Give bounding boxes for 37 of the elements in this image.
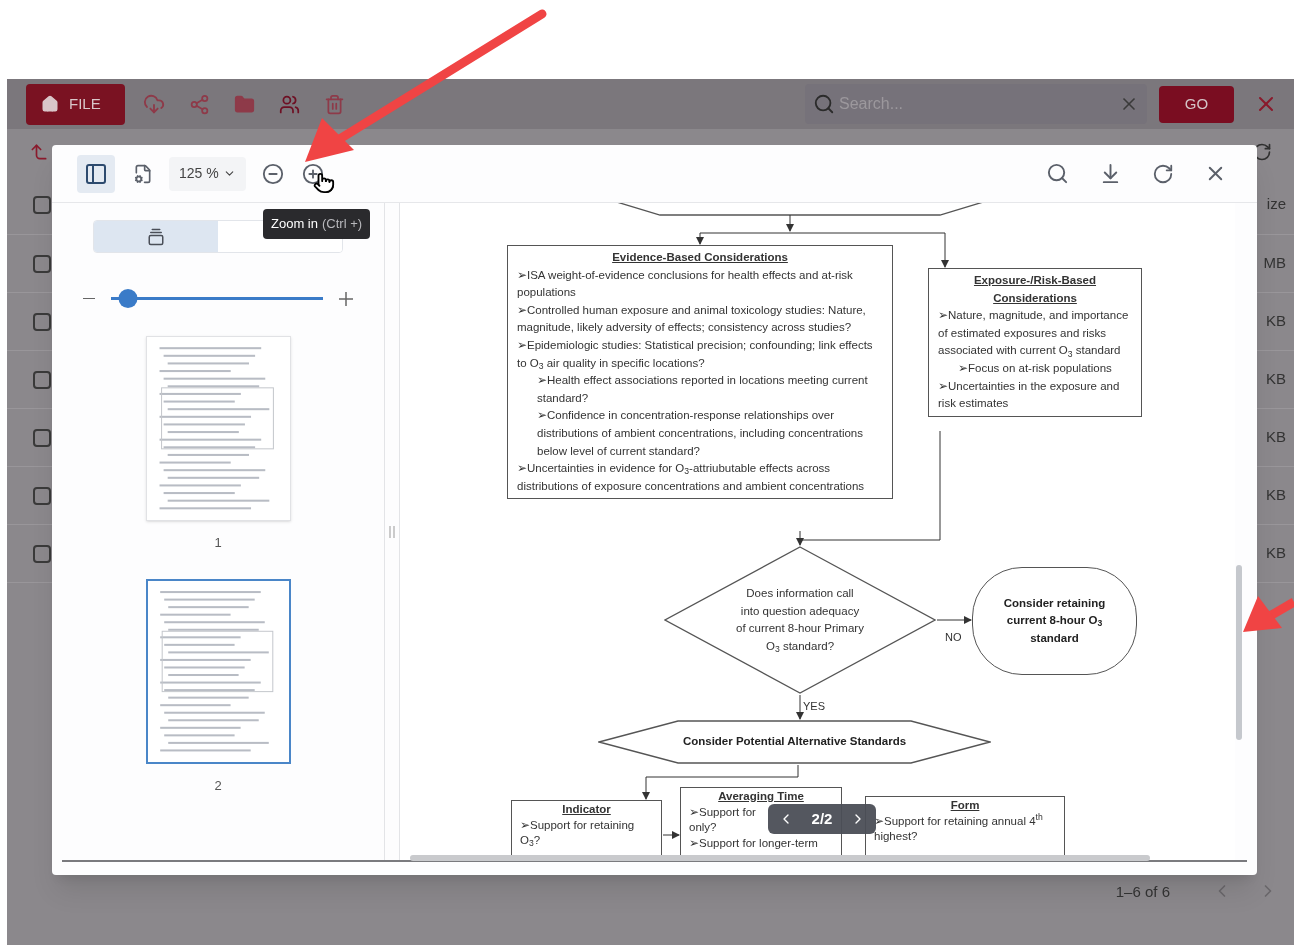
alternatives-hexagon: Consider Potential Alternative Standards (598, 720, 991, 764)
no-label: NO (945, 630, 962, 645)
bullet-text: ➢Focus on at-risk populations (958, 360, 1113, 376)
table-cell-text: KB (1266, 543, 1286, 564)
box-title: Averaging Time (717, 789, 805, 804)
box-title: Exposure-/Risk-Based Considerations (972, 273, 1098, 306)
box-title: Indicator (561, 802, 612, 817)
box-title: Evidence-Based Considerations (611, 250, 789, 265)
page-number: 1 (214, 534, 222, 552)
bullet-text: ➢Nature, magnitude, and importance of estimated exposures and risks associated with current O$_{3}$ standard (938, 308, 1130, 360)
bullet-text: ➢Health effect associations reported in locations meeting current standard? (537, 373, 869, 406)
bullet-text: only? (689, 820, 717, 835)
bullet-text: ➢Epidemiologic studies: Statistical precision; confounding; link effects to O$_{3}$ air quality in specific locations? (517, 337, 874, 373)
bullet-text: ➢Uncertainties in evidence for O$_{3}$-attriubutable effects across distributions of exposure concentrations and ambient concentrations (517, 461, 866, 494)
tooltip-label: Zoom in (271, 215, 318, 233)
bullet-text: ➢Confidence in concentration-response relationships over distributions of ambient concentrations, including concentrations below level of current standard? (537, 408, 865, 459)
yes-label: YES (803, 699, 825, 714)
bullet-text: ➢Support for (689, 804, 756, 820)
decision-diamond: Does information call into question adequacy of current 8-hour Primary O$_{3}$ standard? (664, 546, 936, 694)
bullet-text: ➢Controlled human exposure and animal toxicology studies: Nature, magnitude, likely adversity of effects; consistency across studies? (517, 302, 867, 336)
bullet-text: ➢Support for retaining annual 4$^{th}$ highest? (874, 813, 1044, 844)
table-cell-text: KB (1266, 427, 1286, 448)
box-title: Form (949, 798, 981, 813)
tooltip-shortcut: (Ctrl +) (321, 215, 363, 233)
bullet-text: ➢ISA weight-of-evidence conclusions for health effects and at-risk populations (517, 267, 854, 301)
table-cell-text: MB (1263, 253, 1286, 274)
bullet-text: ➢Support for longer-term (689, 835, 818, 851)
page-number: 2 (214, 776, 222, 795)
column-header: ize (1266, 194, 1286, 215)
table-cell-text: KB (1266, 311, 1286, 332)
terminal-node: Consider retaining current 8-hour O$_{3}$ standard (972, 567, 1137, 675)
table-cell-text: KB (1266, 369, 1286, 390)
pagination-text: 1–6 of 6 (1115, 882, 1170, 902)
bullet-text: ➢Uncertainties in the exposure and risk estimates (938, 378, 1121, 412)
table-cell-text: KB (1266, 485, 1286, 506)
page-indicator: 2/2 (811, 808, 833, 829)
bullet-text: ➢Support for retaining O$_{3}$? (520, 817, 636, 849)
